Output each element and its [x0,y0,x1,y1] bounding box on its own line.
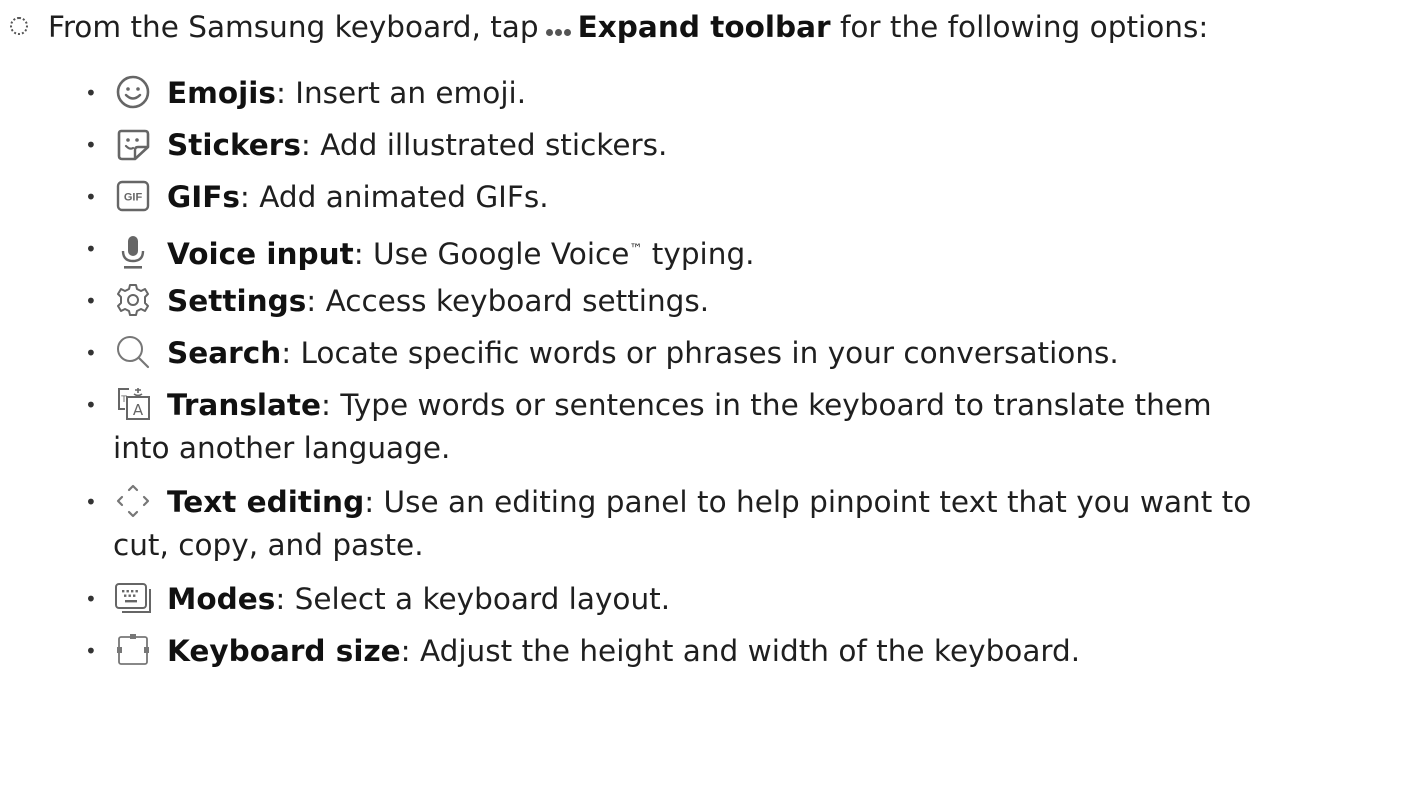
intro-expand-toolbar: Expand toolbar [577,10,831,44]
term: Voice input [167,236,354,271]
bullet: • [85,289,97,313]
bullet: • [85,393,97,417]
description-end: typing. [642,236,755,271]
term: Stickers [167,128,301,162]
list-item-voice-input: • Voice input: Use Google Voice™ typing. [0,228,1400,276]
sticker-icon [113,125,153,163]
term: Search [167,336,282,370]
list-item-modes: • Modes: Select a keyboard layout. [0,578,1400,621]
description: : Add animated GIFs. [239,180,549,214]
term: Text editing [167,485,365,519]
description: : Select a keyboard layout. [275,582,671,616]
document-page: From the Samsung keyboard, tap Expand too… [0,0,1402,787]
list-item-search: • Search: Locate specific words or phras… [0,332,1400,375]
description: : Access keyboard settings. [306,284,710,318]
list-item-settings: • Settings: Access keyboard settings. [0,280,1400,323]
bullet: • [85,587,97,611]
keyboard-modes-icon [113,579,153,617]
description-continuation: into another language. [113,431,451,465]
step-circle-icon [10,16,28,35]
description: : Insert an emoji. [275,76,527,110]
microphone-icon [113,233,153,271]
description-continuation: cut, copy, and paste. [113,528,424,562]
description: : Add illustrated stickers. [300,128,668,162]
bullet: • [85,237,97,261]
bullet: • [85,185,97,209]
description: : Locate specific words or phrases in yo… [281,336,1119,370]
term: Modes [167,582,276,616]
list-item-translate: • TA Translate: Type words or sentences … [0,384,1400,470]
term: Keyboard size [167,634,401,668]
term: Settings [167,284,307,318]
gif-icon: GIF [113,177,153,215]
list-item-emojis: • Emojis: Insert an emoji. [0,72,1400,115]
list-item-gifs: • GIF GIFs: Add animated GIFs. [0,176,1400,219]
term: Emojis [167,76,276,110]
description: : Use an editing panel to help pinpoint … [364,485,1252,519]
trademark: ™ [629,242,643,257]
keyboard-size-icon [113,631,153,669]
bullet: • [85,341,97,365]
term: Translate [167,388,322,422]
term: GIFs [167,180,240,214]
bullet: • [85,133,97,157]
intro-after: for the following options: [839,10,1209,44]
bullet: • [85,81,97,105]
description: : Use Google Voice [353,236,630,271]
text-editing-icon [113,482,153,520]
gear-icon [113,281,153,319]
svg-text:GIF: GIF [124,191,143,203]
translate-icon: TA [113,385,153,423]
more-options-icon [545,8,572,50]
bullet: • [85,639,97,663]
description: : Adjust the height and width of the key… [400,634,1081,668]
list-item-stickers: • Stickers: Add illustrated stickers. [0,124,1400,167]
intro-before: From the Samsung keyboard, tap [48,10,539,44]
list-item-keyboard-size: • Keyboard size: Adjust the height and w… [0,630,1400,673]
description: : Type words or sentences in the keyboar… [321,388,1212,422]
svg-text:A: A [133,401,144,419]
bullet: • [85,490,97,514]
intro-line: From the Samsung keyboard, tap Expand too… [10,6,1400,50]
search-icon [113,333,153,371]
emoji-icon [113,73,153,111]
list-item-text-editing: • Text editing: Use an editing panel to … [0,481,1400,567]
